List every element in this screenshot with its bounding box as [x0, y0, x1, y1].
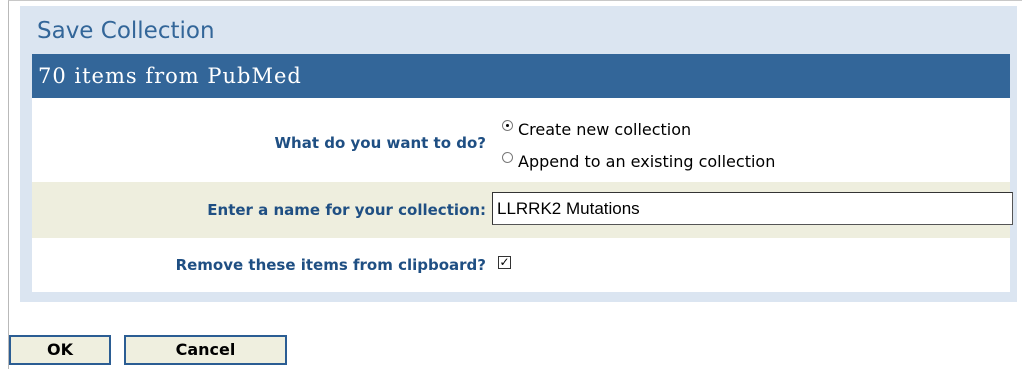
- action-label: What do you want to do?: [274, 134, 486, 152]
- append-existing-radio[interactable]: [502, 152, 513, 163]
- option-create-new[interactable]: Create new collection: [502, 120, 691, 139]
- append-existing-label: Append to an existing collection: [518, 152, 776, 171]
- remove-row: Remove these items from clipboard? ✓: [32, 238, 1010, 292]
- ok-button[interactable]: OK: [9, 335, 111, 365]
- items-count-header: 70 items from PubMed: [32, 54, 1010, 98]
- create-new-radio[interactable]: [502, 120, 513, 131]
- cancel-button[interactable]: Cancel: [124, 335, 287, 365]
- save-collection-panel: Save Collection 70 items from PubMed Wha…: [20, 6, 1017, 302]
- collection-name-input[interactable]: [492, 192, 1013, 225]
- action-row: What do you want to do? Create new colle…: [32, 98, 1010, 182]
- collection-name-label: Enter a name for your collection:: [207, 201, 486, 219]
- create-new-label: Create new collection: [518, 120, 692, 139]
- remove-items-checkbox[interactable]: ✓: [498, 256, 511, 269]
- remove-items-label: Remove these items from clipboard?: [175, 256, 486, 274]
- name-row: Enter a name for your collection:: [32, 182, 1013, 238]
- option-append-existing[interactable]: Append to an existing collection: [502, 152, 775, 171]
- dialog-title: Save Collection: [37, 18, 215, 44]
